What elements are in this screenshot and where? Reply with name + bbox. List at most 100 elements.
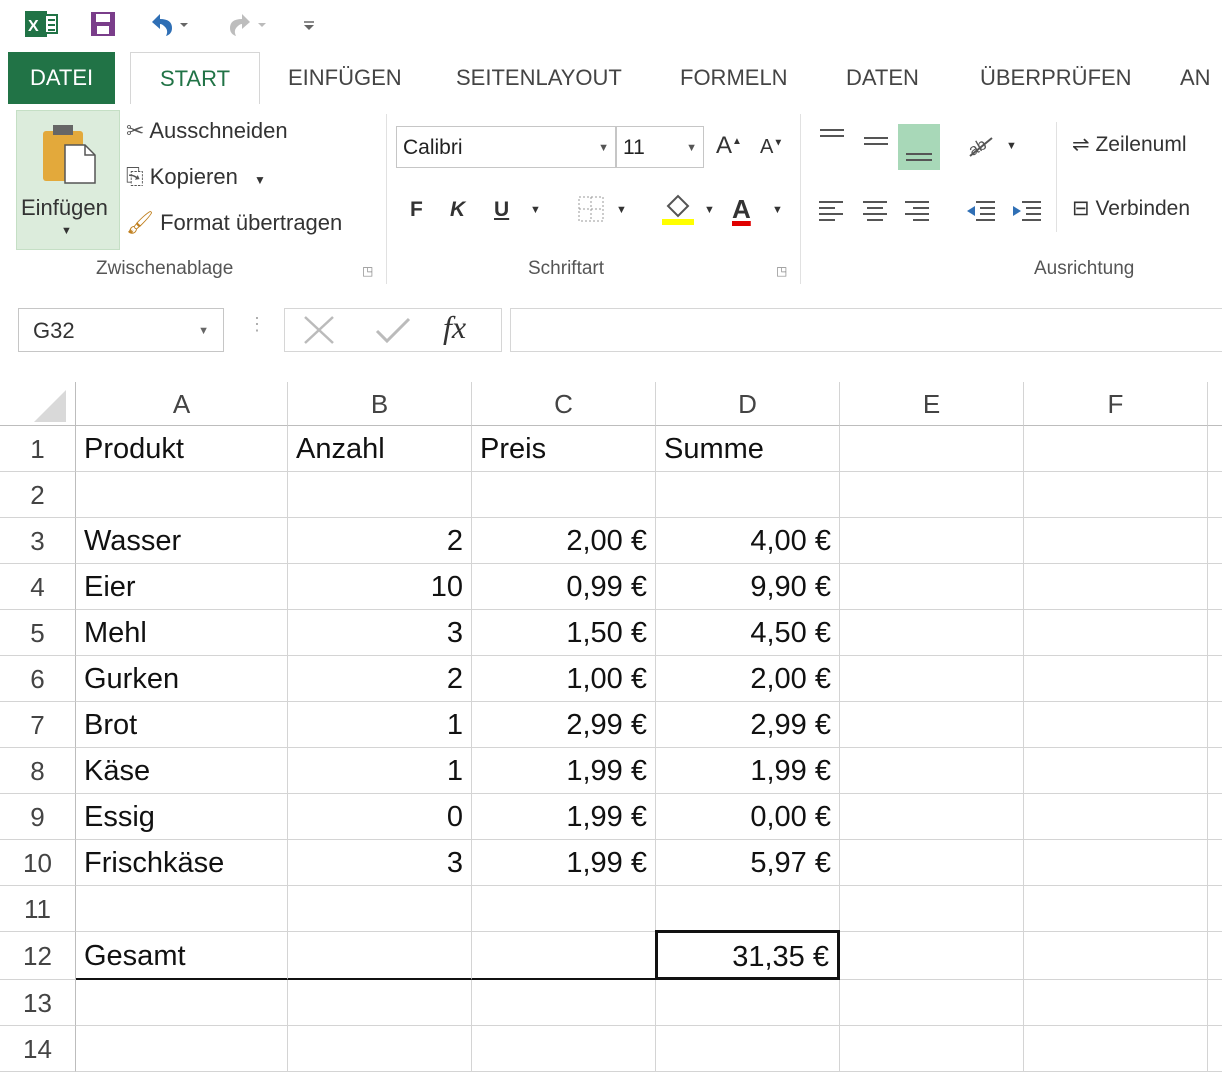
cell[interactable] xyxy=(472,932,656,980)
cell[interactable] xyxy=(840,472,1024,518)
cell[interactable] xyxy=(840,932,1024,980)
copy-dropdown-icon[interactable]: ▼ xyxy=(254,173,266,187)
cell[interactable]: 3 xyxy=(288,610,472,656)
cell[interactable]: Gesamt xyxy=(76,932,288,980)
tab-einfuegen[interactable]: EINFÜGEN xyxy=(288,52,402,104)
row-header[interactable]: 5 xyxy=(0,610,76,656)
cell[interactable]: 3 xyxy=(288,840,472,886)
wrap-text-button[interactable]: ⇌ Zeilenuml xyxy=(1072,132,1187,157)
cell[interactable]: Käse xyxy=(76,748,288,794)
underline-dropdown-icon[interactable]: ▼ xyxy=(530,204,541,216)
font-launcher-icon[interactable]: ◳ xyxy=(776,264,787,278)
cell[interactable] xyxy=(1024,518,1208,564)
merge-button[interactable]: ⊟ Verbinden xyxy=(1072,196,1190,221)
cell[interactable]: Gurken xyxy=(76,656,288,702)
cell[interactable] xyxy=(76,1026,288,1072)
cell[interactable]: 0,00 € xyxy=(656,794,840,840)
row-header[interactable]: 2 xyxy=(0,472,76,518)
cell[interactable] xyxy=(840,748,1024,794)
cell[interactable] xyxy=(1208,656,1222,702)
cell[interactable] xyxy=(1208,1026,1222,1072)
cell[interactable]: 2 xyxy=(288,518,472,564)
cell[interactable] xyxy=(1208,980,1222,1026)
customize-icon[interactable] xyxy=(298,8,320,40)
save-icon[interactable] xyxy=(86,8,120,40)
cell[interactable] xyxy=(656,1026,840,1072)
row-header[interactable]: 11 xyxy=(0,886,76,932)
tab-formeln[interactable]: FORMELN xyxy=(680,52,788,104)
name-box-dropdown-icon[interactable]: ▼ xyxy=(198,309,209,353)
enter-icon[interactable] xyxy=(373,313,413,352)
cell[interactable] xyxy=(840,518,1024,564)
cell[interactable] xyxy=(1024,886,1208,932)
cell[interactable] xyxy=(1024,840,1208,886)
cell[interactable]: 10 xyxy=(288,564,472,610)
cell[interactable] xyxy=(288,886,472,932)
cell[interactable]: 9,90 € xyxy=(656,564,840,610)
borders-dropdown-icon[interactable]: ▼ xyxy=(616,204,627,216)
row-header[interactable]: 9 xyxy=(0,794,76,840)
tab-ueberpruefen[interactable]: ÜBERPRÜFEN xyxy=(980,52,1132,104)
row-header[interactable]: 1 xyxy=(0,426,76,472)
cell[interactable] xyxy=(1024,472,1208,518)
cell[interactable]: 4,00 € xyxy=(656,518,840,564)
cell[interactable] xyxy=(840,656,1024,702)
column-header-g-partial[interactable] xyxy=(1208,382,1222,426)
cell[interactable] xyxy=(1208,932,1222,980)
row-header[interactable]: 13 xyxy=(0,980,76,1026)
cell[interactable] xyxy=(76,980,288,1026)
cell[interactable]: Frischkäse xyxy=(76,840,288,886)
align-right-icon[interactable] xyxy=(904,198,930,228)
cell[interactable]: 0,99 € xyxy=(472,564,656,610)
underline-button[interactable]: U xyxy=(494,198,509,222)
cell[interactable]: 1,99 € xyxy=(472,748,656,794)
cell[interactable] xyxy=(1208,426,1222,472)
copy-button[interactable]: ⎘ Kopieren ▼ xyxy=(126,164,266,190)
bold-button[interactable]: F xyxy=(410,198,423,222)
cell[interactable] xyxy=(1024,610,1208,656)
excel-icon[interactable]: X xyxy=(24,8,60,40)
cell[interactable] xyxy=(656,980,840,1026)
clipboard-launcher-icon[interactable]: ◳ xyxy=(362,264,373,278)
cell[interactable] xyxy=(840,794,1024,840)
paste-dropdown-icon[interactable]: ▼ xyxy=(61,225,72,237)
column-header-d[interactable]: D xyxy=(656,382,840,426)
row-header[interactable]: 4 xyxy=(0,564,76,610)
font-name-dropdown-icon[interactable]: ▼ xyxy=(598,127,609,169)
font-size-combo[interactable]: 11 ▼ xyxy=(616,126,704,168)
cell[interactable] xyxy=(840,426,1024,472)
total-cell[interactable]: 31,35 € xyxy=(655,930,840,980)
cell[interactable]: 2,99 € xyxy=(656,702,840,748)
cut-button[interactable]: ✂ Ausschneiden xyxy=(126,118,288,144)
cell[interactable] xyxy=(288,1026,472,1072)
tab-ansicht[interactable]: AN xyxy=(1180,52,1211,104)
cell[interactable] xyxy=(840,1026,1024,1072)
cell[interactable] xyxy=(1024,1026,1208,1072)
cell[interactable]: 2,00 € xyxy=(472,518,656,564)
font-color-button[interactable]: A xyxy=(732,194,751,225)
cell[interactable]: 1,50 € xyxy=(472,610,656,656)
align-middle-icon[interactable] xyxy=(862,126,890,162)
row-header[interactable]: 12 xyxy=(0,932,76,980)
cell[interactable] xyxy=(1024,426,1208,472)
format-painter-button[interactable]: 🖌 Format übertragen xyxy=(126,210,342,236)
insert-function-icon[interactable]: fx xyxy=(443,309,466,346)
cell[interactable] xyxy=(1024,564,1208,610)
row-header[interactable]: 6 xyxy=(0,656,76,702)
orientation-dropdown-icon[interactable]: ▼ xyxy=(1006,140,1017,152)
cell[interactable] xyxy=(288,980,472,1026)
cell[interactable] xyxy=(656,886,840,932)
formula-input[interactable] xyxy=(510,308,1222,352)
cell[interactable] xyxy=(1208,564,1222,610)
cell[interactable]: Anzahl xyxy=(288,426,472,472)
cell[interactable]: Essig xyxy=(76,794,288,840)
cell[interactable] xyxy=(76,886,288,932)
row-header[interactable]: 8 xyxy=(0,748,76,794)
cell[interactable]: 1,99 € xyxy=(472,840,656,886)
cell[interactable] xyxy=(1208,794,1222,840)
formula-bar-grip-icon[interactable]: ⋮ xyxy=(248,314,266,335)
cell[interactable] xyxy=(288,472,472,518)
cell[interactable] xyxy=(1208,702,1222,748)
cell[interactable]: 2,00 € xyxy=(656,656,840,702)
cell[interactable]: 2 xyxy=(288,656,472,702)
